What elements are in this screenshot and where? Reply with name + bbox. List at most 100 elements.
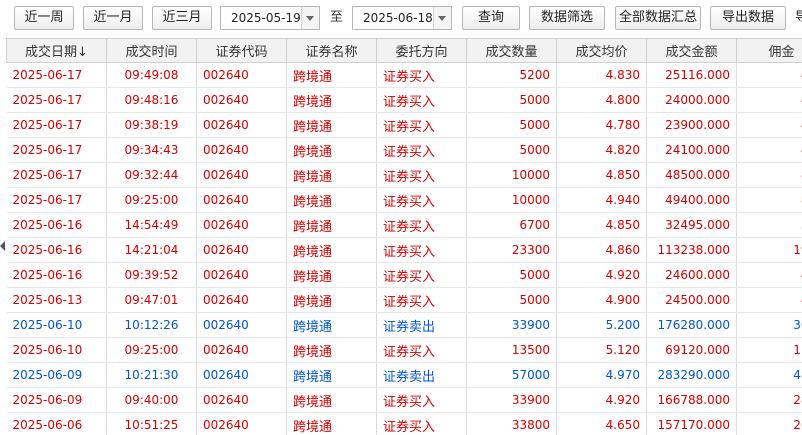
table-row[interactable]: 2025-06-06 10:51:25 002640 跨境通 证券买入 33800 4.65…: [6, 412, 802, 435]
data-filter-button[interactable]: 数据筛选: [529, 6, 605, 30]
commission-cell: 48.5: [736, 362, 802, 388]
order-direction-cell: 证券买入: [376, 287, 467, 313]
average-price-cell: 4.920: [556, 387, 647, 413]
security-name-cell: 跨境通: [286, 237, 377, 263]
order-direction-cell: 证券买入: [376, 87, 467, 113]
average-price-cell: 4.920: [556, 262, 647, 288]
trade-date-cell: 2025-06-17: [6, 112, 107, 138]
average-price-cell: 4.830: [556, 62, 647, 88]
security-name-cell: 跨境通: [286, 337, 377, 363]
table-row[interactable]: 2025-06-17 09:32:44 002640 跨境通 证券买入 10000 4.85…: [6, 162, 802, 188]
order-direction-cell: 证券买入: [376, 262, 467, 288]
quantity-cell: 23300: [466, 237, 557, 263]
chevron-down-icon[interactable]: [433, 7, 451, 29]
order-direction-cell: 证券买入: [376, 112, 467, 138]
average-price-cell: 4.780: [556, 112, 647, 138]
commission-cell: 4.1: [736, 87, 802, 113]
commission-cell: 26.8: [736, 412, 802, 435]
amount-cell: 25116.000: [646, 62, 737, 88]
start-date-value: 2025-05-19: [231, 11, 301, 25]
average-price-cell: 5.120: [556, 337, 647, 363]
security-code-cell: 002640: [196, 87, 287, 113]
table-row[interactable]: 2025-06-17 09:34:43 002640 跨境通 证券买入 5000 4.820…: [6, 137, 802, 163]
trade-time-cell: 09:34:43: [106, 137, 197, 163]
export-data-button[interactable]: 导出数据: [710, 6, 786, 30]
quantity-cell: 57000: [466, 362, 557, 388]
trade-date-cell: 2025-06-17: [6, 87, 107, 113]
trade-date-cell: 2025-06-17: [6, 162, 107, 188]
summary-all-button[interactable]: 全部数据汇总: [615, 6, 701, 30]
table-row[interactable]: 2025-06-17 09:38:19 002640 跨境通 证券买入 5000 4.780…: [6, 112, 802, 138]
trades-table: 成交日期↓ 成交时间 证券代码 证券名称 委托方向 成交数量 成交均价 成交金额…: [6, 38, 802, 435]
trade-time-cell: 09:25:00: [106, 337, 197, 363]
commission-cell: 4.2: [736, 287, 802, 313]
trade-date-cell: 2025-06-13: [6, 287, 107, 313]
table-row[interactable]: 2025-06-16 14:21:04 002640 跨境通 证券买入 23300 4.86…: [6, 237, 802, 263]
toolbar-overflow-button-fragment[interactable]: 导: [795, 6, 802, 30]
amount-cell: 176280.000: [646, 312, 737, 338]
trade-time-cell: 09:39:52: [106, 262, 197, 288]
table-row[interactable]: 2025-06-16 09:39:52 002640 跨境通 证券买入 5000 4.920…: [6, 262, 802, 288]
commission-cell: 4.1: [736, 112, 802, 138]
trade-date-cell: 2025-06-10: [6, 312, 107, 338]
table-row[interactable]: 2025-06-13 09:47:01 002640 跨境通 证券买入 5000 4.900…: [6, 287, 802, 313]
header-security-code[interactable]: 证券代码: [196, 38, 287, 63]
average-price-cell: 4.850: [556, 162, 647, 188]
trade-time-cell: 09:40:00: [106, 387, 197, 413]
trade-time-cell: 09:47:01: [106, 287, 197, 313]
table-row[interactable]: 2025-06-17 09:49:08 002640 跨境通 证券买入 5200 4.830…: [6, 62, 802, 88]
chevron-down-icon[interactable]: [301, 7, 319, 29]
trade-time-cell: 14:54:49: [106, 212, 197, 238]
trade-time-cell: 09:32:44: [106, 162, 197, 188]
header-trade-date[interactable]: 成交日期↓: [6, 38, 107, 63]
trade-date-cell: 2025-06-16: [6, 262, 107, 288]
order-direction-cell: 证券卖出: [376, 362, 467, 388]
commission-cell: 11.8: [736, 337, 802, 363]
header-order-direction[interactable]: 委托方向: [376, 38, 467, 63]
trade-time-cell: 09:49:08: [106, 62, 197, 88]
table-row[interactable]: 2025-06-09 10:21:30 002640 跨境通 证券卖出 57000 4.97…: [6, 362, 802, 388]
table-row[interactable]: 2025-06-09 09:40:00 002640 跨境通 证券买入 33900 4.92…: [6, 387, 802, 413]
trade-time-cell: 10:51:25: [106, 412, 197, 435]
average-price-cell: 4.820: [556, 137, 647, 163]
trade-date-cell: 2025-06-09: [6, 362, 107, 388]
trade-date-cell: 2025-06-17: [6, 62, 107, 88]
trade-date-cell: 2025-06-06: [6, 412, 107, 435]
table-row[interactable]: 2025-06-10 10:12:26 002640 跨境通 证券卖出 33900 5.20…: [6, 312, 802, 338]
table-row[interactable]: 2025-06-16 14:54:49 002640 跨境通 证券买入 6700 4.850…: [6, 212, 802, 238]
average-price-cell: 4.850: [556, 212, 647, 238]
table-row[interactable]: 2025-06-17 09:25:00 002640 跨境通 证券买入 10000 4.94…: [6, 187, 802, 213]
quantity-cell: 33900: [466, 312, 557, 338]
query-button[interactable]: 查询: [462, 6, 520, 30]
commission-cell: 30.2: [736, 312, 802, 338]
end-date-value: 2025-06-18: [363, 11, 433, 25]
last-week-button[interactable]: 近一周: [14, 6, 74, 30]
commission-cell: 8.3: [736, 162, 802, 188]
security-code-cell: 002640: [196, 287, 287, 313]
header-trade-time[interactable]: 成交时间: [106, 38, 197, 63]
last-three-months-button[interactable]: 近三月: [152, 6, 212, 30]
quantity-cell: 5000: [466, 87, 557, 113]
last-month-button[interactable]: 近一月: [83, 6, 143, 30]
security-name-cell: 跨境通: [286, 412, 377, 435]
table-row[interactable]: 2025-06-10 09:25:00 002640 跨境通 证券买入 13500 5.12…: [6, 337, 802, 363]
order-direction-cell: 证券买入: [376, 212, 467, 238]
amount-cell: 32495.000: [646, 212, 737, 238]
security-name-cell: 跨境通: [286, 112, 377, 138]
header-amount[interactable]: 成交金额: [646, 38, 737, 63]
start-date-picker[interactable]: 2025-05-19: [220, 6, 320, 30]
header-quantity[interactable]: 成交数量: [466, 38, 557, 63]
header-commission[interactable]: 佣金: [736, 38, 802, 63]
average-price-cell: 4.860: [556, 237, 647, 263]
end-date-picker[interactable]: 2025-06-18: [352, 6, 452, 30]
amount-cell: 113238.000: [646, 237, 737, 263]
security-code-cell: 002640: [196, 362, 287, 388]
security-code-cell: 002640: [196, 237, 287, 263]
table-body: 2025-06-17 09:49:08 002640 跨境通 证券买入 5200 4.830…: [6, 62, 802, 435]
security-code-cell: 002640: [196, 262, 287, 288]
header-security-name[interactable]: 证券名称: [286, 38, 377, 63]
quantity-cell: 5000: [466, 112, 557, 138]
header-average-price[interactable]: 成交均价: [556, 38, 647, 63]
order-direction-cell: 证券买入: [376, 62, 467, 88]
table-row[interactable]: 2025-06-17 09:48:16 002640 跨境通 证券买入 5000 4.800…: [6, 87, 802, 113]
